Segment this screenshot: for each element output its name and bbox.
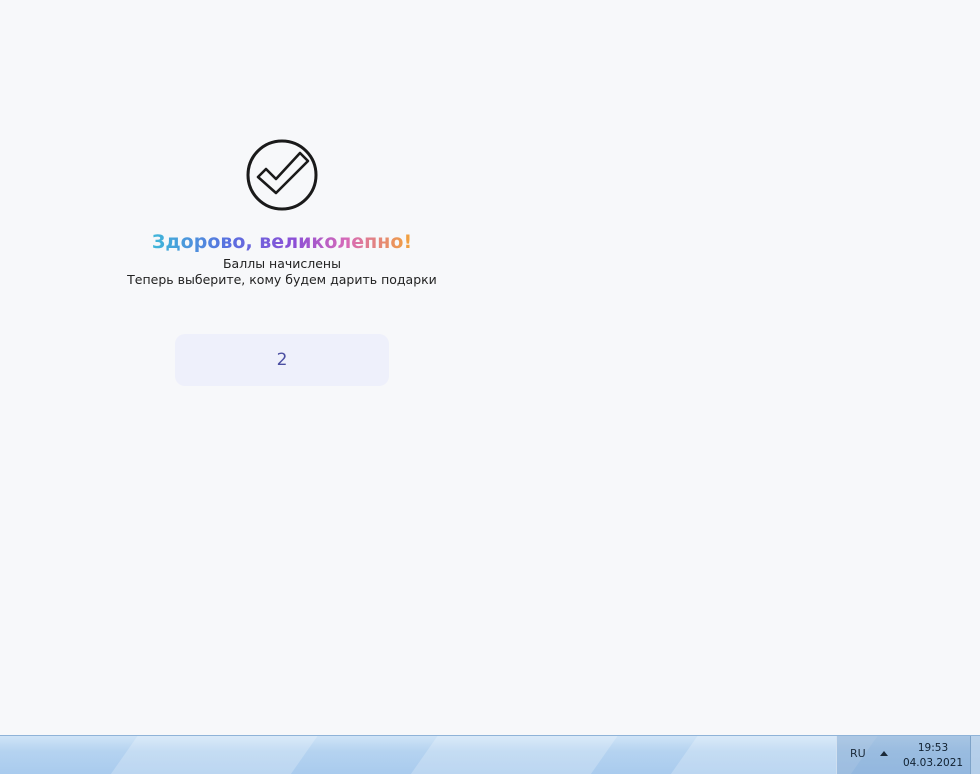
success-subtitle: Баллы начислены Теперь выберите, кому бу… <box>127 256 437 288</box>
points-credited-text: Баллы начислены <box>222 256 341 271</box>
clock[interactable]: 19:53 04.03.2021 <box>898 741 968 771</box>
check-circle-icon <box>246 139 318 211</box>
language-indicator[interactable]: RU <box>850 747 866 760</box>
success-headline: Здорово, великолепно! <box>151 231 413 253</box>
success-panel: Здорово, великолепно! Баллы начислены Те… <box>82 138 482 386</box>
choose-recipient-text: Теперь выберите, кому будем дарить подар… <box>127 272 437 287</box>
choice-button[interactable]: 2 <box>175 334 389 386</box>
taskbar-glare <box>95 736 325 774</box>
taskbar-glare <box>395 736 625 774</box>
show-hidden-icons-arrow-icon[interactable] <box>880 751 888 756</box>
clock-date: 04.03.2021 <box>902 757 964 769</box>
clock-time: 19:53 <box>917 742 949 754</box>
show-desktop-button[interactable] <box>970 736 980 774</box>
taskbar: RU 19:53 04.03.2021 <box>0 735 980 774</box>
app-window: Здорово, великолепно! Баллы начислены Те… <box>0 0 980 774</box>
